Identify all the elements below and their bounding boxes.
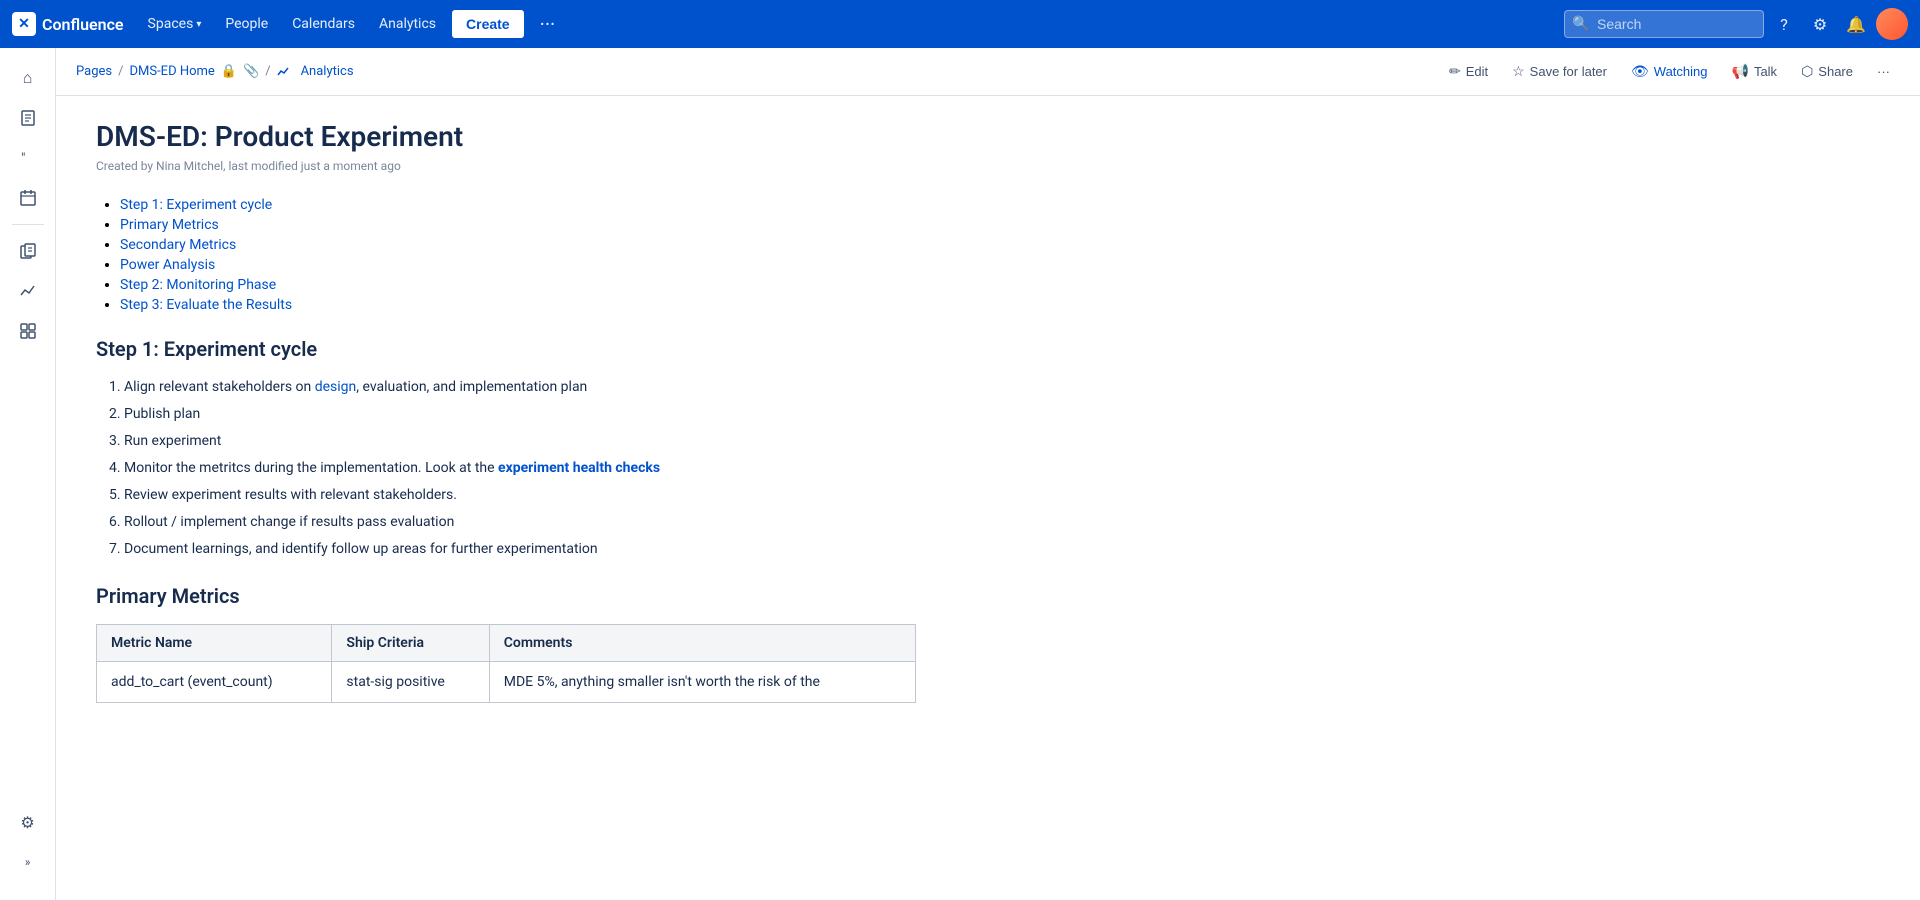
- list-item: Secondary Metrics: [120, 237, 1216, 253]
- toc-link-power[interactable]: Power Analysis: [120, 257, 215, 273]
- col-metric-name: Metric Name: [97, 625, 332, 662]
- breadcrumb-sep-1: /: [118, 64, 123, 79]
- confluence-logo-icon: ✕: [12, 12, 36, 36]
- analytics-breadcrumb-icon: [277, 65, 295, 79]
- sidebar-icon-quote[interactable]: ": [10, 140, 46, 176]
- breadcrumb-home[interactable]: DMS-ED Home: [129, 64, 214, 79]
- step1-list: Align relevant stakeholders on design, e…: [96, 377, 1216, 560]
- toc-link-secondary[interactable]: Secondary Metrics: [120, 237, 236, 253]
- nav-spaces[interactable]: Spaces ▾: [140, 12, 210, 36]
- sidebar-icon-expand[interactable]: »: [10, 844, 46, 880]
- sidebar-icon-copy[interactable]: [10, 233, 46, 269]
- page-title: DMS-ED: Product Experiment: [96, 120, 1216, 153]
- megaphone-icon: 📢: [1732, 63, 1749, 80]
- nav-more-button[interactable]: ···: [532, 8, 564, 40]
- toc-link-step2[interactable]: Step 2: Monitoring Phase: [120, 277, 276, 293]
- breadcrumb: Pages / DMS-ED Home 🔒 📎 / Analytics: [76, 64, 1439, 79]
- svg-text:": ": [21, 151, 25, 167]
- sidebar-icon-calendar[interactable]: [10, 180, 46, 216]
- toc-link-step1[interactable]: Step 1: Experiment cycle: [120, 197, 272, 213]
- health-checks-link[interactable]: experiment health checks: [498, 460, 660, 476]
- page-meta: Created by Nina Mitchel, last modified j…: [96, 159, 1216, 173]
- list-item: Monitor the metritcs during the implemen…: [124, 458, 1216, 479]
- edit-button[interactable]: ✏ Edit: [1439, 58, 1498, 85]
- toc-list: Step 1: Experiment cycle Primary Metrics…: [96, 197, 1216, 313]
- sidebar-icon-document[interactable]: [10, 100, 46, 136]
- table-body: add_to_cart (event_count) stat-sig posit…: [97, 662, 916, 703]
- left-sidebar: ⌂ ": [0, 48, 56, 900]
- list-item: Run experiment: [124, 431, 1216, 452]
- sidebar-icon-integrations[interactable]: [10, 313, 46, 349]
- more-actions-button[interactable]: ···: [1867, 59, 1900, 84]
- sidebar-bottom: ⚙ »: [10, 804, 46, 888]
- list-item: Step 3: Evaluate the Results: [120, 297, 1216, 313]
- star-icon: ☆: [1512, 63, 1525, 80]
- avatar[interactable]: [1876, 8, 1908, 40]
- search-input[interactable]: [1564, 10, 1764, 38]
- settings-icon-btn[interactable]: ⚙: [1804, 8, 1836, 40]
- col-ship-criteria: Ship Criteria: [332, 625, 489, 662]
- primary-metrics-heading: Primary Metrics: [96, 584, 1216, 608]
- nav-people[interactable]: People: [217, 12, 276, 36]
- table-header: Metric Name Ship Criteria Comments: [97, 625, 916, 662]
- cell-metric-name: add_to_cart (event_count): [97, 662, 332, 703]
- breadcrumb-analytics[interactable]: Analytics: [301, 64, 354, 79]
- page-toolbar: Pages / DMS-ED Home 🔒 📎 / Analytics ✏ Ed…: [56, 48, 1920, 96]
- step1-heading: Step 1: Experiment cycle: [96, 337, 1216, 361]
- share-button[interactable]: ⬡ Share: [1791, 58, 1863, 85]
- avatar-image: [1876, 8, 1908, 40]
- nav-right-actions: 🔍 ? ⚙ 🔔: [1564, 8, 1908, 40]
- share-icon: ⬡: [1801, 63, 1813, 80]
- table-row: add_to_cart (event_count) stat-sig posit…: [97, 662, 916, 703]
- lock-icon[interactable]: 🔒: [221, 64, 237, 79]
- toc-link-step3[interactable]: Step 3: Evaluate the Results: [120, 297, 292, 313]
- breadcrumb-sep-2: /: [265, 64, 270, 79]
- save-for-later-button[interactable]: ☆ Save for later: [1502, 58, 1617, 85]
- col-comments: Comments: [489, 625, 915, 662]
- edit-icon: ✏: [1449, 63, 1461, 80]
- list-item: Publish plan: [124, 404, 1216, 425]
- notifications-icon-btn[interactable]: 🔔: [1840, 8, 1872, 40]
- create-button[interactable]: Create: [452, 10, 524, 38]
- nav-analytics[interactable]: Analytics: [371, 12, 444, 36]
- breadcrumb-pages[interactable]: Pages: [76, 64, 112, 79]
- list-item: Rollout / implement change if results pa…: [124, 512, 1216, 533]
- logo[interactable]: ✕ Confluence: [12, 12, 124, 36]
- eye-icon: 👁: [1631, 63, 1649, 80]
- sidebar-icon-analytics[interactable]: [10, 273, 46, 309]
- design-link[interactable]: design: [315, 379, 357, 395]
- metrics-table: Metric Name Ship Criteria Comments add_t…: [96, 624, 916, 703]
- ellipsis-icon: ···: [1877, 64, 1890, 79]
- list-item: Primary Metrics: [120, 217, 1216, 233]
- cell-comments: MDE 5%, anything smaller isn't worth the…: [489, 662, 915, 703]
- spaces-chevron-icon: ▾: [196, 19, 201, 30]
- main-content: DMS-ED: Product Experiment Created by Ni…: [56, 96, 1256, 727]
- link-icon[interactable]: 📎: [243, 64, 259, 79]
- list-item: Power Analysis: [120, 257, 1216, 273]
- list-item: Step 1: Experiment cycle: [120, 197, 1216, 213]
- logo-text: Confluence: [42, 15, 124, 34]
- search-wrapper: 🔍: [1564, 10, 1764, 38]
- list-item: Align relevant stakeholders on design, e…: [124, 377, 1216, 398]
- sidebar-icon-home[interactable]: ⌂: [10, 60, 46, 96]
- list-item: Review experiment results with relevant …: [124, 485, 1216, 506]
- help-icon-btn[interactable]: ?: [1768, 8, 1800, 40]
- talk-button[interactable]: 📢 Talk: [1722, 58, 1788, 85]
- nav-calendars[interactable]: Calendars: [284, 12, 363, 36]
- sidebar-icon-settings[interactable]: ⚙: [10, 804, 46, 840]
- sidebar-divider: [12, 224, 44, 225]
- list-item: Step 2: Monitoring Phase: [120, 277, 1216, 293]
- cell-ship-criteria: stat-sig positive: [332, 662, 489, 703]
- list-item: Document learnings, and identify follow …: [124, 539, 1216, 560]
- watching-button[interactable]: 👁 Watching: [1621, 58, 1718, 85]
- toc-link-primary[interactable]: Primary Metrics: [120, 217, 219, 233]
- page-actions: ✏ Edit ☆ Save for later 👁 Watching 📢 Tal…: [1439, 58, 1900, 85]
